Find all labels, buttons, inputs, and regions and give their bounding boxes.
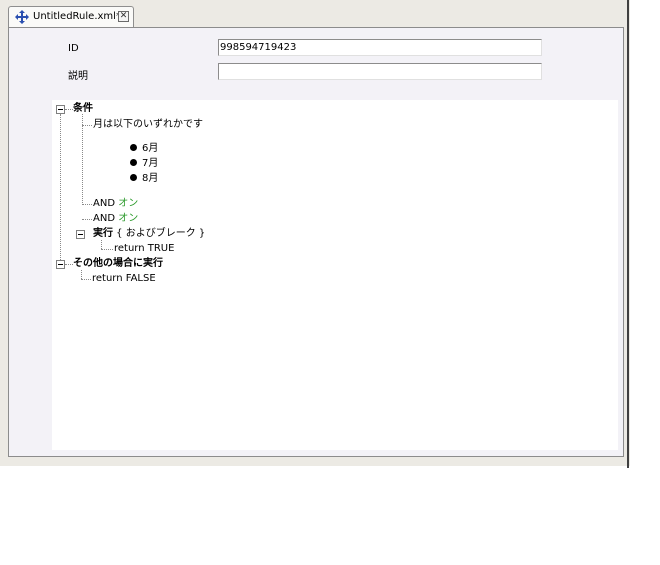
tree-line	[81, 270, 82, 279]
collapse-execute-toggle[interactable]	[76, 230, 85, 239]
id-field[interactable]: 998594719423	[218, 39, 542, 56]
tree-line	[82, 204, 92, 205]
bullet-icon	[130, 159, 137, 166]
editor-window: UntitledRule.xml* ✕ ID 998594719423 説明 条…	[0, 0, 630, 466]
tree-line	[60, 114, 61, 264]
window-border	[627, 0, 629, 468]
id-value: 998594719423	[220, 42, 297, 53]
tree-line	[81, 279, 91, 280]
tree-line	[65, 109, 73, 110]
id-label: ID	[68, 43, 79, 54]
and-keyword: AND	[93, 213, 116, 224]
collapse-otherwise-toggle[interactable]	[56, 260, 65, 269]
and-value: オン	[118, 213, 139, 224]
tree-line	[82, 219, 92, 220]
condition-node[interactable]: 条件	[73, 103, 93, 115]
description-field[interactable]	[218, 63, 542, 80]
rule-icon	[15, 10, 29, 24]
return-false-node[interactable]: return FALSE	[92, 273, 156, 285]
month-rule-node[interactable]: 月は以下のいずれかです	[93, 119, 203, 131]
return-true-node[interactable]: return TRUE	[114, 243, 174, 255]
tree-line	[101, 240, 102, 249]
and-condition-node[interactable]: AND オン	[93, 213, 138, 225]
month-value: 7月	[142, 158, 159, 169]
rule-tree[interactable]: 条件 月は以下のいずれかです 6月 7月 8月 AND オン AND オン 実行…	[52, 100, 618, 450]
tree-line	[65, 264, 73, 265]
tab-title: UntitledRule.xml*	[33, 11, 121, 22]
description-label: 説明	[68, 71, 88, 82]
collapse-condition-toggle[interactable]	[56, 105, 65, 114]
month-value: 8月	[142, 173, 159, 184]
bullet-icon	[130, 174, 137, 181]
tab-untitled-rule[interactable]: UntitledRule.xml* ✕	[8, 6, 134, 27]
month-value: 6月	[142, 143, 159, 154]
close-icon[interactable]: ✕	[118, 11, 129, 22]
and-condition-node[interactable]: AND オン	[93, 198, 138, 210]
otherwise-node[interactable]: その他の場合に実行	[73, 258, 163, 270]
tree-line	[82, 114, 83, 203]
execute-node[interactable]: 実行 { およびブレーク }	[93, 228, 205, 240]
month-list-item: 7月	[130, 158, 158, 170]
tree-line	[82, 125, 92, 126]
and-value: オン	[118, 198, 139, 209]
month-list-item: 6月	[130, 143, 158, 155]
execute-label: 実行	[93, 228, 113, 239]
tree-line	[101, 249, 113, 250]
execute-suffix: { およびブレーク }	[113, 228, 206, 239]
bullet-icon	[130, 144, 137, 151]
month-list-item: 8月	[130, 173, 158, 185]
and-keyword: AND	[93, 198, 116, 209]
